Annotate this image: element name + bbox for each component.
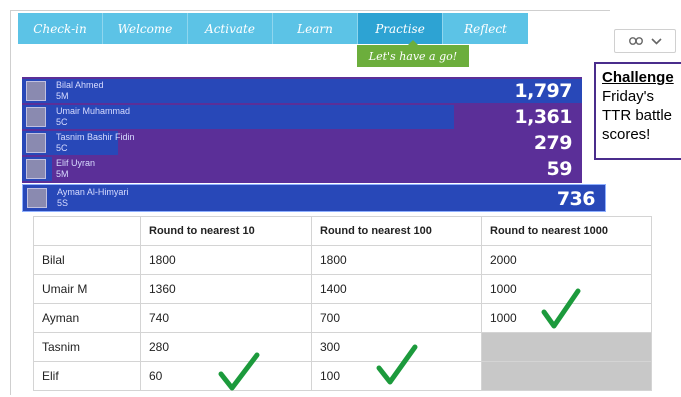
- avatar: [26, 107, 46, 127]
- player-class: 5M: [56, 169, 69, 179]
- player-class: 5S: [57, 198, 69, 208]
- player-class: 5M: [56, 91, 69, 101]
- table-cell: Elif: [33, 361, 141, 391]
- tab-check-in[interactable]: Check-in: [18, 13, 103, 44]
- table-cell: Tasnim: [33, 332, 141, 362]
- leaderboard-row: Umair Muhammad 5C 1,361: [22, 104, 582, 130]
- score-bar: [22, 79, 582, 103]
- tab-welcome[interactable]: Welcome: [103, 13, 188, 44]
- link-icon: [628, 37, 643, 45]
- table-header: Round to nearest 100: [311, 216, 482, 246]
- table-cell: Ayman: [33, 303, 141, 333]
- challenge-text: Friday's TTR battle scores!: [602, 88, 673, 143]
- leaderboard-row-highlight: Ayman Al-Himyari 5S 736: [22, 184, 606, 212]
- checkmark-icon: [218, 352, 260, 391]
- player-score: 1,797: [514, 80, 572, 102]
- checkmark-icon: [376, 344, 418, 385]
- player-score: 59: [546, 158, 573, 180]
- leaderboard-row: Elif Uyran 5M 59: [22, 156, 582, 182]
- avatar: [26, 159, 46, 179]
- table-header-row: Round to nearest 10 Round to nearest 100…: [33, 216, 652, 246]
- table-row: Bilal 1800 1800 2000: [33, 245, 652, 275]
- table-cell: Umair M: [33, 274, 141, 304]
- table-row: Tasnim 280 300: [33, 332, 652, 362]
- table-cell: 1800: [140, 245, 312, 275]
- table-cell: 1800: [311, 245, 482, 275]
- avatar: [27, 188, 47, 208]
- player-class: 5C: [56, 117, 68, 127]
- player-name: Umair Muhammad: [56, 106, 131, 116]
- tab-learn[interactable]: Learn: [273, 13, 358, 44]
- table-row: Elif 60 100: [33, 361, 652, 391]
- table-cell: Bilal: [33, 245, 141, 275]
- avatar: [26, 133, 46, 153]
- tab-activate[interactable]: Activate: [188, 13, 273, 44]
- table-cell: 2000: [481, 245, 652, 275]
- checkmark-icon: [541, 288, 581, 329]
- lesson-slide: Check-in Welcome Activate Learn Practise…: [0, 0, 681, 397]
- frame-rule-left: [10, 10, 11, 395]
- challenge-title: Challenge: [602, 69, 674, 86]
- tab-tooltip: Let's have a go!: [357, 40, 469, 67]
- avatar: [26, 81, 46, 101]
- player-name: Ayman Al-Himyari: [57, 187, 129, 197]
- player-score: 736: [556, 188, 596, 210]
- table-cell-empty: [481, 361, 652, 391]
- player-class: 5C: [56, 143, 68, 153]
- table-cell-empty: [481, 332, 652, 362]
- leaderboard: Bilal Ahmed 5M 1,797 Umair Muhammad 5C 1…: [22, 77, 582, 183]
- chevron-down-icon: [650, 37, 662, 45]
- tab-reflect[interactable]: Reflect: [443, 13, 528, 44]
- player-score: 279: [533, 132, 573, 154]
- table-cell: 1400: [311, 274, 482, 304]
- challenge-box: Challenge Friday's TTR battle scores!: [594, 62, 681, 160]
- table-header: Round to nearest 10: [140, 216, 312, 246]
- player-name: Elif Uyran: [56, 158, 96, 168]
- link-dropdown-button[interactable]: [614, 29, 676, 53]
- tab-practise[interactable]: Practise: [358, 13, 443, 44]
- table-header: Round to nearest 1000: [481, 216, 652, 246]
- player-score: 1,361: [514, 106, 572, 128]
- table-cell: 1360: [140, 274, 312, 304]
- frame-rule-top: [10, 10, 610, 11]
- table-cell: 740: [140, 303, 312, 333]
- player-name: Bilal Ahmed: [56, 80, 104, 90]
- lesson-nav: Check-in Welcome Activate Learn Practise…: [18, 13, 528, 44]
- table-cell: 700: [311, 303, 482, 333]
- leaderboard-row: Bilal Ahmed 5M 1,797: [22, 78, 582, 104]
- leaderboard-row: Tasnim Bashir Fidin 5C 279: [22, 130, 582, 156]
- table-header: [33, 216, 141, 246]
- player-name: Tasnim Bashir Fidin: [56, 132, 135, 142]
